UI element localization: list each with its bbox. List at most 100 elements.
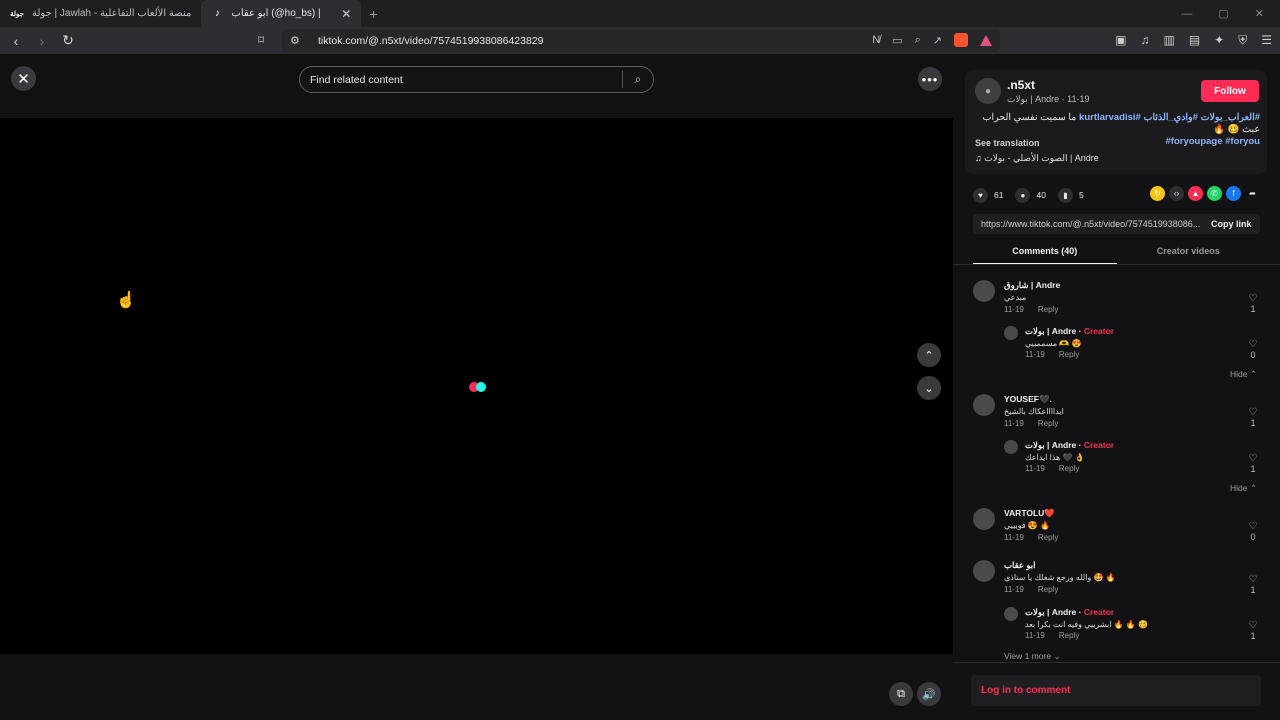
comment-author[interactable]: ابو عقاب	[1004, 560, 1035, 571]
comment-like[interactable]: ♡ 1	[1246, 621, 1260, 642]
cast-icon[interactable]: ▭	[892, 34, 902, 47]
share-icon[interactable]: ➦	[1245, 186, 1260, 201]
heart-outline-icon: ♡	[1248, 339, 1258, 350]
sidebar-icon[interactable]: ▥	[1163, 33, 1174, 48]
browser-tab-tiktok[interactable]: ♪ ابو عقاب (@ho_bs) | TikTok ✕	[201, 0, 362, 27]
search-input[interactable]: Find related content	[310, 74, 622, 86]
video-bottom-bar	[0, 654, 953, 720]
previous-video-button[interactable]: ⌃	[917, 343, 941, 367]
avatar[interactable]	[973, 508, 995, 530]
avatar[interactable]	[1004, 326, 1018, 340]
login-to-comment-button[interactable]: Log in to comment	[971, 675, 1261, 706]
media-icon[interactable]: ♫	[1140, 33, 1149, 48]
whatsapp-icon[interactable]: ✆	[1207, 186, 1222, 201]
bookmark-icon[interactable]: ⌑	[258, 33, 264, 47]
zoom-icon[interactable]: ⌕	[915, 34, 921, 47]
maximize-icon[interactable]: ▢	[1218, 7, 1228, 20]
comment-like[interactable]: ♡ 1	[1246, 407, 1260, 429]
avatar[interactable]	[973, 280, 995, 302]
caption-hashtags-1[interactable]: #العراب_بولات #وادي_الذئاب #kurtlarvadis…	[1079, 112, 1260, 123]
wallet-icon[interactable]: ▤	[1189, 33, 1200, 48]
comment-meta: 11-19 Reply	[1025, 350, 1080, 359]
comment-like[interactable]: ♡ 1	[1246, 575, 1260, 596]
site-info-icon[interactable]: ⚙	[290, 34, 306, 47]
video-link[interactable]: https://www.tiktok.com/@.n5xt/video/7574…	[981, 219, 1201, 229]
next-video-button[interactable]: ⌄	[917, 376, 941, 400]
comment-author[interactable]: بولات | Andre · Creator	[1025, 326, 1114, 337]
hide-replies-button[interactable]: Hide ⌃	[1230, 369, 1257, 380]
url-text[interactable]: tiktok.com/@.n5xt/video/7574519938086423…	[318, 35, 544, 47]
brave-rewards-icon[interactable]	[980, 34, 992, 46]
reply-button[interactable]: Reply	[1059, 631, 1079, 640]
tabs-divider	[953, 264, 1280, 265]
heart-outline-icon: ♡	[1248, 407, 1258, 418]
reply-button[interactable]: Reply	[1059, 350, 1079, 359]
save-action[interactable]: ▮ 5	[1057, 187, 1084, 203]
like-action[interactable]: ♥ 61	[973, 187, 1003, 203]
vpn-icon[interactable]: ⛨	[1238, 33, 1247, 48]
reply-button[interactable]: Reply	[1059, 464, 1079, 473]
send-icon[interactable]: ▲	[1188, 186, 1203, 201]
save-count: 5	[1078, 190, 1084, 200]
author-avatar[interactable]: ●	[975, 78, 1001, 104]
comment-author[interactable]: VARTOLU❤️	[1004, 508, 1055, 519]
close-video-button[interactable]: ✕	[11, 66, 36, 91]
reply-button[interactable]: Reply	[1038, 305, 1058, 314]
music-note-icon: ♫	[975, 153, 982, 163]
floating-player-button[interactable]: ⧉	[889, 682, 913, 706]
new-tab-button[interactable]: +	[361, 6, 385, 22]
browser-tab-jawlah[interactable]: جولة جولة | Jawlah - منصة الألعاب التفاع…	[0, 0, 201, 27]
back-icon[interactable]: ‹	[6, 33, 26, 49]
forward-icon[interactable]: ›	[32, 33, 52, 49]
minimize-icon[interactable]: —	[1181, 8, 1192, 20]
close-window-icon[interactable]: ✕	[1255, 7, 1264, 20]
comment-author[interactable]: شاروق | Andre	[1004, 280, 1060, 291]
comment-like[interactable]: ♡ 0	[1246, 522, 1260, 543]
translate-icon[interactable]: N̸	[872, 34, 880, 46]
avatar[interactable]	[1004, 440, 1018, 454]
brave-shields-icon[interactable]	[954, 33, 968, 47]
tab-comments[interactable]: Comments (40)	[973, 240, 1117, 264]
url-bar[interactable]: ⚙ tiktok.com/@.n5xt/video/75745199380864…	[282, 29, 1000, 52]
share-page-icon[interactable]: ↗	[933, 34, 942, 47]
music-info[interactable]: ♫ الصوت الأصلي - بولات | Andre	[975, 153, 1099, 164]
comment-like[interactable]: ♡ 0	[1246, 339, 1260, 361]
more-options-button[interactable]: •••	[918, 67, 942, 91]
author-name[interactable]: .n5xt	[1007, 78, 1035, 92]
menu-icon[interactable]: ☰	[1261, 33, 1272, 48]
leo-ai-icon[interactable]: ✦	[1214, 33, 1224, 48]
related-search[interactable]: Find related content ⌕	[299, 66, 654, 93]
close-tab-icon[interactable]: ✕	[341, 7, 351, 21]
reply-button[interactable]: Reply	[1038, 419, 1058, 428]
reload-icon[interactable]: ↻	[58, 32, 78, 49]
see-translation-link[interactable]: See translation	[975, 138, 1040, 148]
facebook-icon[interactable]: f	[1226, 186, 1241, 201]
comment-action[interactable]: ● 40	[1015, 187, 1046, 203]
hide-replies-button[interactable]: Hide ⌃	[1230, 483, 1257, 494]
tab-creator-videos[interactable]: Creator videos	[1117, 240, 1261, 264]
comment-author[interactable]: بولات | Andre · Creator	[1025, 440, 1114, 451]
copy-link-button[interactable]: Copy link	[1211, 219, 1252, 229]
avatar[interactable]	[1004, 607, 1018, 621]
comment-list[interactable]: شاروق | Andre مبدعي 11-19 Reply ♡ 1 بولات …	[953, 268, 1280, 662]
reply-button[interactable]: Reply	[1038, 533, 1058, 542]
repost-icon[interactable]: ↻	[1150, 186, 1165, 201]
post-description-card: ● .n5xt بولات | Andre · 11-19 Follow #ال…	[965, 70, 1267, 174]
comment-author[interactable]: بولات | Andre · Creator	[1025, 607, 1114, 618]
volume-button[interactable]: 🔊	[917, 682, 941, 706]
view-more-replies-button[interactable]: View 1 more ⌄	[1004, 651, 1061, 662]
screenshot-icon[interactable]: ▣	[1115, 33, 1126, 48]
caption-hashtags-2[interactable]: #foryoupage #foryou	[1166, 136, 1261, 147]
avatar[interactable]	[973, 394, 995, 416]
embed-icon[interactable]: ‹›	[1169, 186, 1184, 201]
reply-button[interactable]: Reply	[1038, 585, 1058, 594]
comment-like[interactable]: ♡ 1	[1246, 454, 1260, 475]
search-icon[interactable]: ⌕	[623, 72, 653, 87]
avatar[interactable]	[973, 560, 995, 582]
comment-like[interactable]: ♡ 1	[1246, 294, 1260, 315]
video-player[interactable]: ✕ Find related content ⌕ ••• ☝ ⌃ ⌄ ⧉ 🔊	[0, 54, 953, 720]
comment-author[interactable]: YOUSEF🖤.	[1004, 394, 1052, 405]
follow-button[interactable]: Follow	[1201, 80, 1259, 102]
music-title[interactable]: الصوت الأصلي - بولات | Andre	[984, 153, 1099, 163]
author-subtitle: بولات | Andre · 11-19	[1007, 94, 1090, 104]
